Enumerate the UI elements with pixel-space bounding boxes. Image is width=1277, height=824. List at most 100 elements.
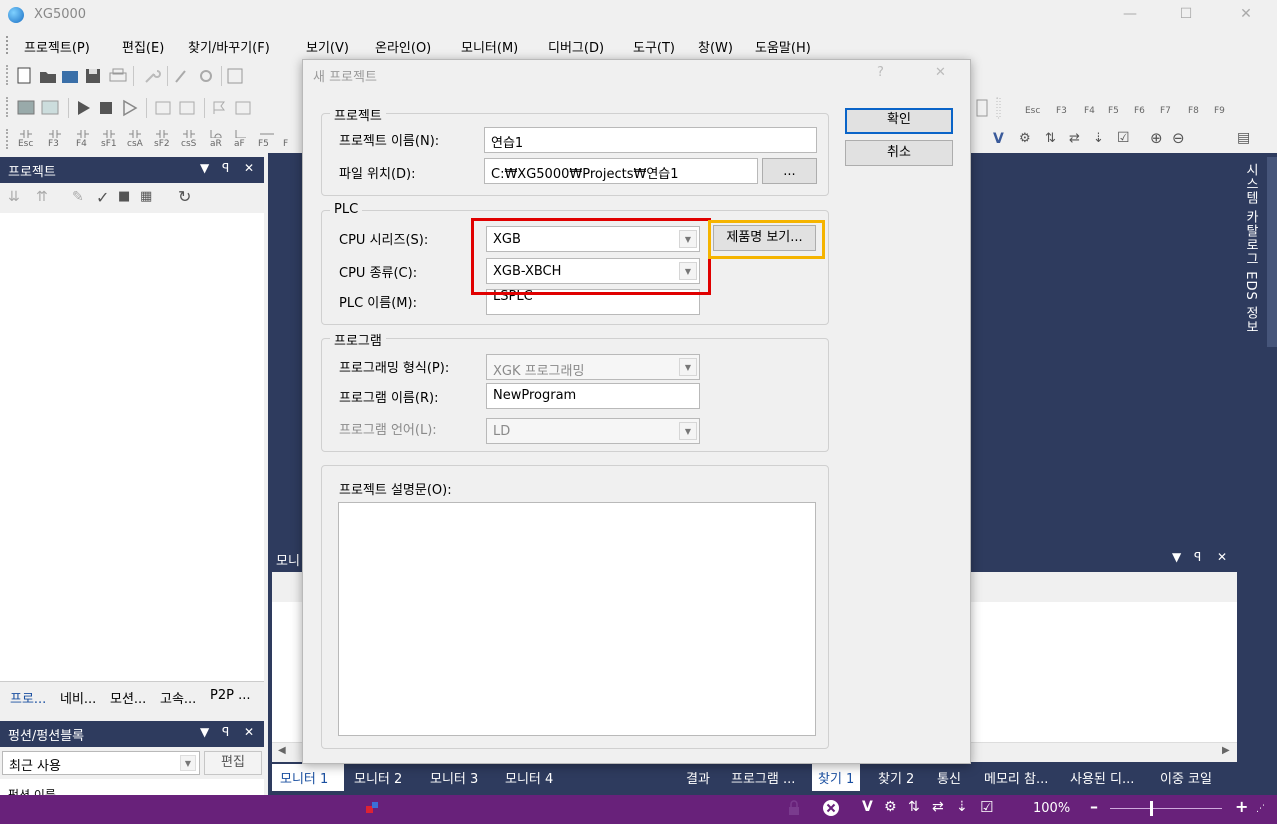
panel-pin-icon[interactable]: ꟼ: [222, 161, 229, 175]
close-window-button[interactable]: ✕: [1226, 0, 1266, 30]
fkey-sf1[interactable]: sF1: [101, 139, 117, 149]
tab-comm[interactable]: 통신: [937, 768, 961, 787]
right-sidebar-label[interactable]: 시스템 카탈로그 EDS 정보: [1241, 163, 1260, 334]
collapse-icon[interactable]: ⇈: [36, 189, 48, 205]
var-icon[interactable]: ⇅: [1045, 131, 1056, 146]
menu-window[interactable]: 창(W): [698, 37, 733, 56]
fkey-f5-right[interactable]: F5: [1108, 106, 1119, 116]
refresh-icon[interactable]: ↻: [178, 187, 191, 206]
fkey-f3-right[interactable]: F3: [1056, 106, 1067, 116]
maximize-button[interactable]: ☐: [1166, 0, 1206, 30]
panel-pin-icon[interactable]: ꟼ: [1194, 550, 1201, 564]
fkey-csa[interactable]: csA: [127, 139, 143, 149]
menu-edit[interactable]: 편집(E): [122, 37, 164, 56]
tab-monitor-4[interactable]: 모니터 4: [505, 768, 553, 787]
dialog-close-button[interactable]: ✕: [935, 65, 946, 80]
scroll-left-icon[interactable]: ◀: [278, 745, 286, 756]
panel-close-icon[interactable]: ✕: [1217, 550, 1227, 564]
window-icon[interactable]: ▦: [140, 189, 152, 204]
tab-highspeed[interactable]: 고속...: [160, 688, 196, 707]
resize-grip-icon[interactable]: ⋰: [1256, 804, 1265, 814]
tab-project[interactable]: 프로...: [10, 688, 46, 707]
fkey-esc[interactable]: Esc: [18, 139, 33, 149]
program-language-select[interactable]: LD ▼: [486, 418, 700, 444]
tab-monitor-1[interactable]: 모니터 1: [272, 764, 344, 791]
format-status-icon[interactable]: ⇣: [956, 799, 968, 815]
list-icon[interactable]: ▤: [1237, 130, 1250, 146]
panel-close-icon[interactable]: ✕: [244, 161, 254, 175]
fkey-css[interactable]: csS: [181, 139, 196, 149]
lock-icon[interactable]: ■: [118, 189, 130, 204]
fkey-f7-right[interactable]: F7: [1160, 106, 1171, 116]
fkey-f6-right[interactable]: F6: [1134, 106, 1145, 116]
fkey-f[interactable]: F: [283, 139, 288, 149]
product-name-button[interactable]: 제품명 보기...: [713, 225, 816, 251]
tab-result[interactable]: 결과: [686, 768, 710, 787]
menu-tools[interactable]: 도구(T): [633, 37, 675, 56]
tab-monitor-3[interactable]: 모니터 3: [430, 768, 478, 787]
device-icon[interactable]: ⇄: [1069, 131, 1080, 146]
device-status-icon[interactable]: ⇄: [932, 799, 944, 815]
fkey-f3[interactable]: F3: [48, 139, 59, 149]
verify-icon[interactable]: V: [993, 131, 1004, 147]
tool-icon[interactable]: ✎: [72, 189, 84, 205]
dialog-help-button[interactable]: ?: [877, 65, 884, 80]
checkbox-status-icon[interactable]: ☑: [980, 798, 993, 816]
programming-type-select[interactable]: XGK 프로그래밍 ▼: [486, 354, 700, 380]
panel-dropdown-icon[interactable]: ▼: [1172, 550, 1181, 564]
verify-status-icon[interactable]: V: [862, 799, 873, 815]
panel-dropdown-icon[interactable]: ▼: [200, 161, 209, 175]
chip-icon[interactable]: ⚙: [1019, 131, 1031, 146]
zoom-out-button[interactable]: –: [1090, 797, 1098, 816]
tab-program[interactable]: 프로그램 ...: [731, 768, 795, 787]
zoom-in-button[interactable]: +: [1235, 797, 1248, 816]
fkey-f5[interactable]: F5: [258, 139, 269, 149]
checkbox-icon[interactable]: ☑: [1117, 130, 1130, 146]
function-edit-button[interactable]: 편집: [204, 751, 262, 775]
fkey-f8-right[interactable]: F8: [1188, 106, 1199, 116]
fkey-ar[interactable]: aR: [210, 139, 222, 149]
scroll-right-icon[interactable]: ▶: [1222, 745, 1230, 756]
tab-memory-ref[interactable]: 메모리 참...: [984, 768, 1048, 787]
tab-monitor-2[interactable]: 모니터 2: [354, 768, 402, 787]
format-icon[interactable]: ⇣: [1093, 131, 1104, 146]
tab-find-2[interactable]: 찾기 2: [878, 768, 914, 787]
chip-status-icon[interactable]: ⚙: [884, 799, 897, 815]
menu-project[interactable]: 프로젝트(P): [24, 37, 90, 56]
tab-navigator[interactable]: 네비...: [60, 688, 96, 707]
fkey-f9-right[interactable]: F9: [1214, 106, 1225, 116]
panel-dropdown-icon[interactable]: ▼: [200, 725, 209, 739]
zoom-slider-thumb[interactable]: [1150, 801, 1153, 816]
file-location-input[interactable]: C:₩XG5000₩Projects₩연습1: [484, 158, 758, 184]
fkey-sf2[interactable]: sF2: [154, 139, 170, 149]
fkey-f4-right[interactable]: F4: [1084, 106, 1095, 116]
minimize-button[interactable]: —: [1110, 0, 1150, 30]
cancel-button[interactable]: 취소: [845, 140, 953, 166]
expand-icon[interactable]: ⇊: [8, 189, 20, 205]
browse-button[interactable]: ...: [762, 158, 817, 184]
panel-pin-icon[interactable]: ꟼ: [222, 725, 229, 739]
menu-monitor[interactable]: 모니터(M): [461, 37, 518, 56]
tab-used-device[interactable]: 사용된 디...: [1070, 768, 1134, 787]
program-name-input[interactable]: NewProgram: [486, 383, 700, 409]
error-icon[interactable]: [822, 799, 840, 817]
check-icon[interactable]: ✓: [96, 188, 109, 207]
project-tree[interactable]: [0, 213, 264, 681]
menu-debug[interactable]: 디버그(D): [548, 37, 604, 56]
menu-find-replace[interactable]: 찾기/바꾸기(F): [188, 37, 270, 56]
description-textarea[interactable]: [338, 502, 816, 736]
menu-online[interactable]: 온라인(O): [375, 37, 431, 56]
function-list[interactable]: 펑션 이름: [0, 779, 264, 795]
var-status-icon[interactable]: ⇅: [908, 799, 920, 815]
fkey-f4[interactable]: F4: [76, 139, 87, 149]
project-name-input[interactable]: 연습1: [484, 127, 817, 153]
tab-find-1[interactable]: 찾기 1: [812, 764, 861, 791]
function-filter-select[interactable]: 최근 사용 ▼: [2, 751, 200, 775]
tab-p2p[interactable]: P2P ...: [210, 688, 250, 703]
tab-motion[interactable]: 모션...: [110, 688, 146, 707]
fkey-af[interactable]: aF: [234, 139, 245, 149]
zoom-out-icon[interactable]: ⊖: [1172, 129, 1185, 147]
panel-close-icon[interactable]: ✕: [244, 725, 254, 739]
menu-view[interactable]: 보기(V): [306, 37, 349, 56]
ok-button[interactable]: 확인: [845, 108, 953, 134]
